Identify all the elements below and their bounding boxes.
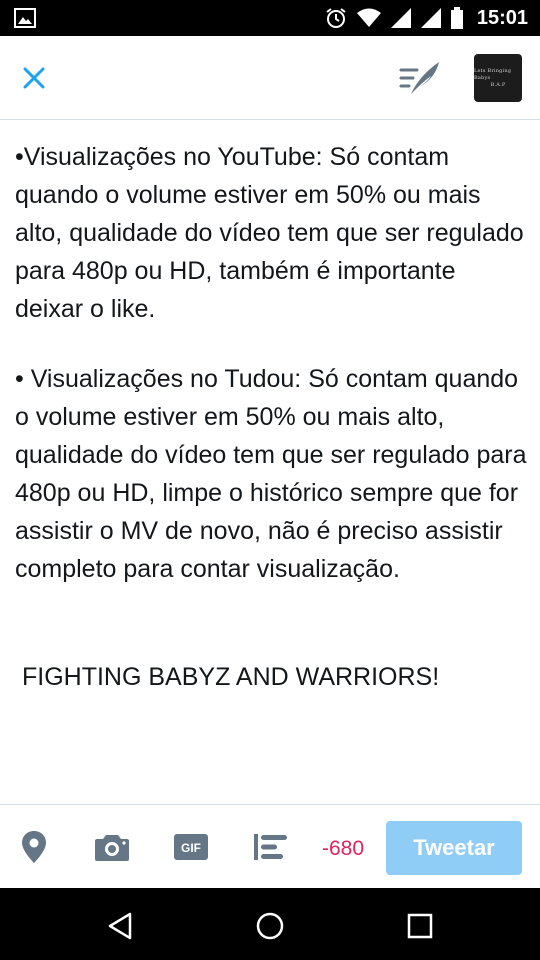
avatar[interactable]: Lets Bringing Babys B.A.P: [474, 54, 522, 102]
tweet-compose-text[interactable]: •Visualizações no YouTube: Só contam qua…: [15, 138, 530, 696]
camera-icon: [95, 835, 129, 861]
drafts-button[interactable]: [396, 56, 444, 100]
close-button[interactable]: [16, 60, 52, 96]
location-button[interactable]: [18, 827, 50, 867]
character-counter: -680: [322, 837, 365, 860]
drafts-icon: [399, 62, 439, 94]
status-time: 15:01: [476, 6, 528, 29]
navigation-bar: [0, 888, 540, 960]
poll-icon: [254, 834, 287, 860]
back-icon: [108, 912, 132, 940]
avatar-text-line: Lets Bringing Babys: [474, 67, 512, 81]
gallery-icon: [14, 8, 36, 28]
location-icon: [22, 831, 46, 863]
compose-paragraph: FIGHTING BABYZ AND WARRIORS!: [22, 663, 440, 691]
status-bar: 15:01: [0, 0, 540, 36]
tweet-button[interactable]: Tweetar: [386, 821, 522, 875]
poll-button[interactable]: [252, 827, 290, 867]
wifi-icon: [356, 8, 381, 27]
gif-icon: GIF: [174, 834, 208, 860]
signal-icon: [420, 8, 441, 28]
home-button[interactable]: [250, 906, 290, 946]
avatar-text-line: B.A.P: [490, 81, 506, 88]
recents-button[interactable]: [400, 906, 440, 946]
close-icon: [23, 67, 45, 89]
recents-icon: [407, 913, 433, 939]
signal-icon: [390, 8, 411, 28]
alarm-icon: [326, 8, 346, 28]
home-icon: [256, 912, 284, 940]
compose-paragraph: •Visualizações no YouTube: Só contam qua…: [15, 143, 531, 323]
compose-toolbar: GIF -680 Tweetar: [0, 804, 540, 888]
back-button[interactable]: [100, 906, 140, 946]
compose-paragraph: • Visualizações no Tudou: Só contam quan…: [15, 365, 534, 583]
gif-label: GIF: [181, 841, 201, 855]
camera-button[interactable]: [94, 827, 130, 867]
top-app-bar: Lets Bringing Babys B.A.P: [0, 36, 540, 120]
status-icons: 15:01: [325, 0, 528, 36]
gif-button[interactable]: GIF: [172, 827, 210, 867]
battery-icon: [450, 7, 463, 29]
